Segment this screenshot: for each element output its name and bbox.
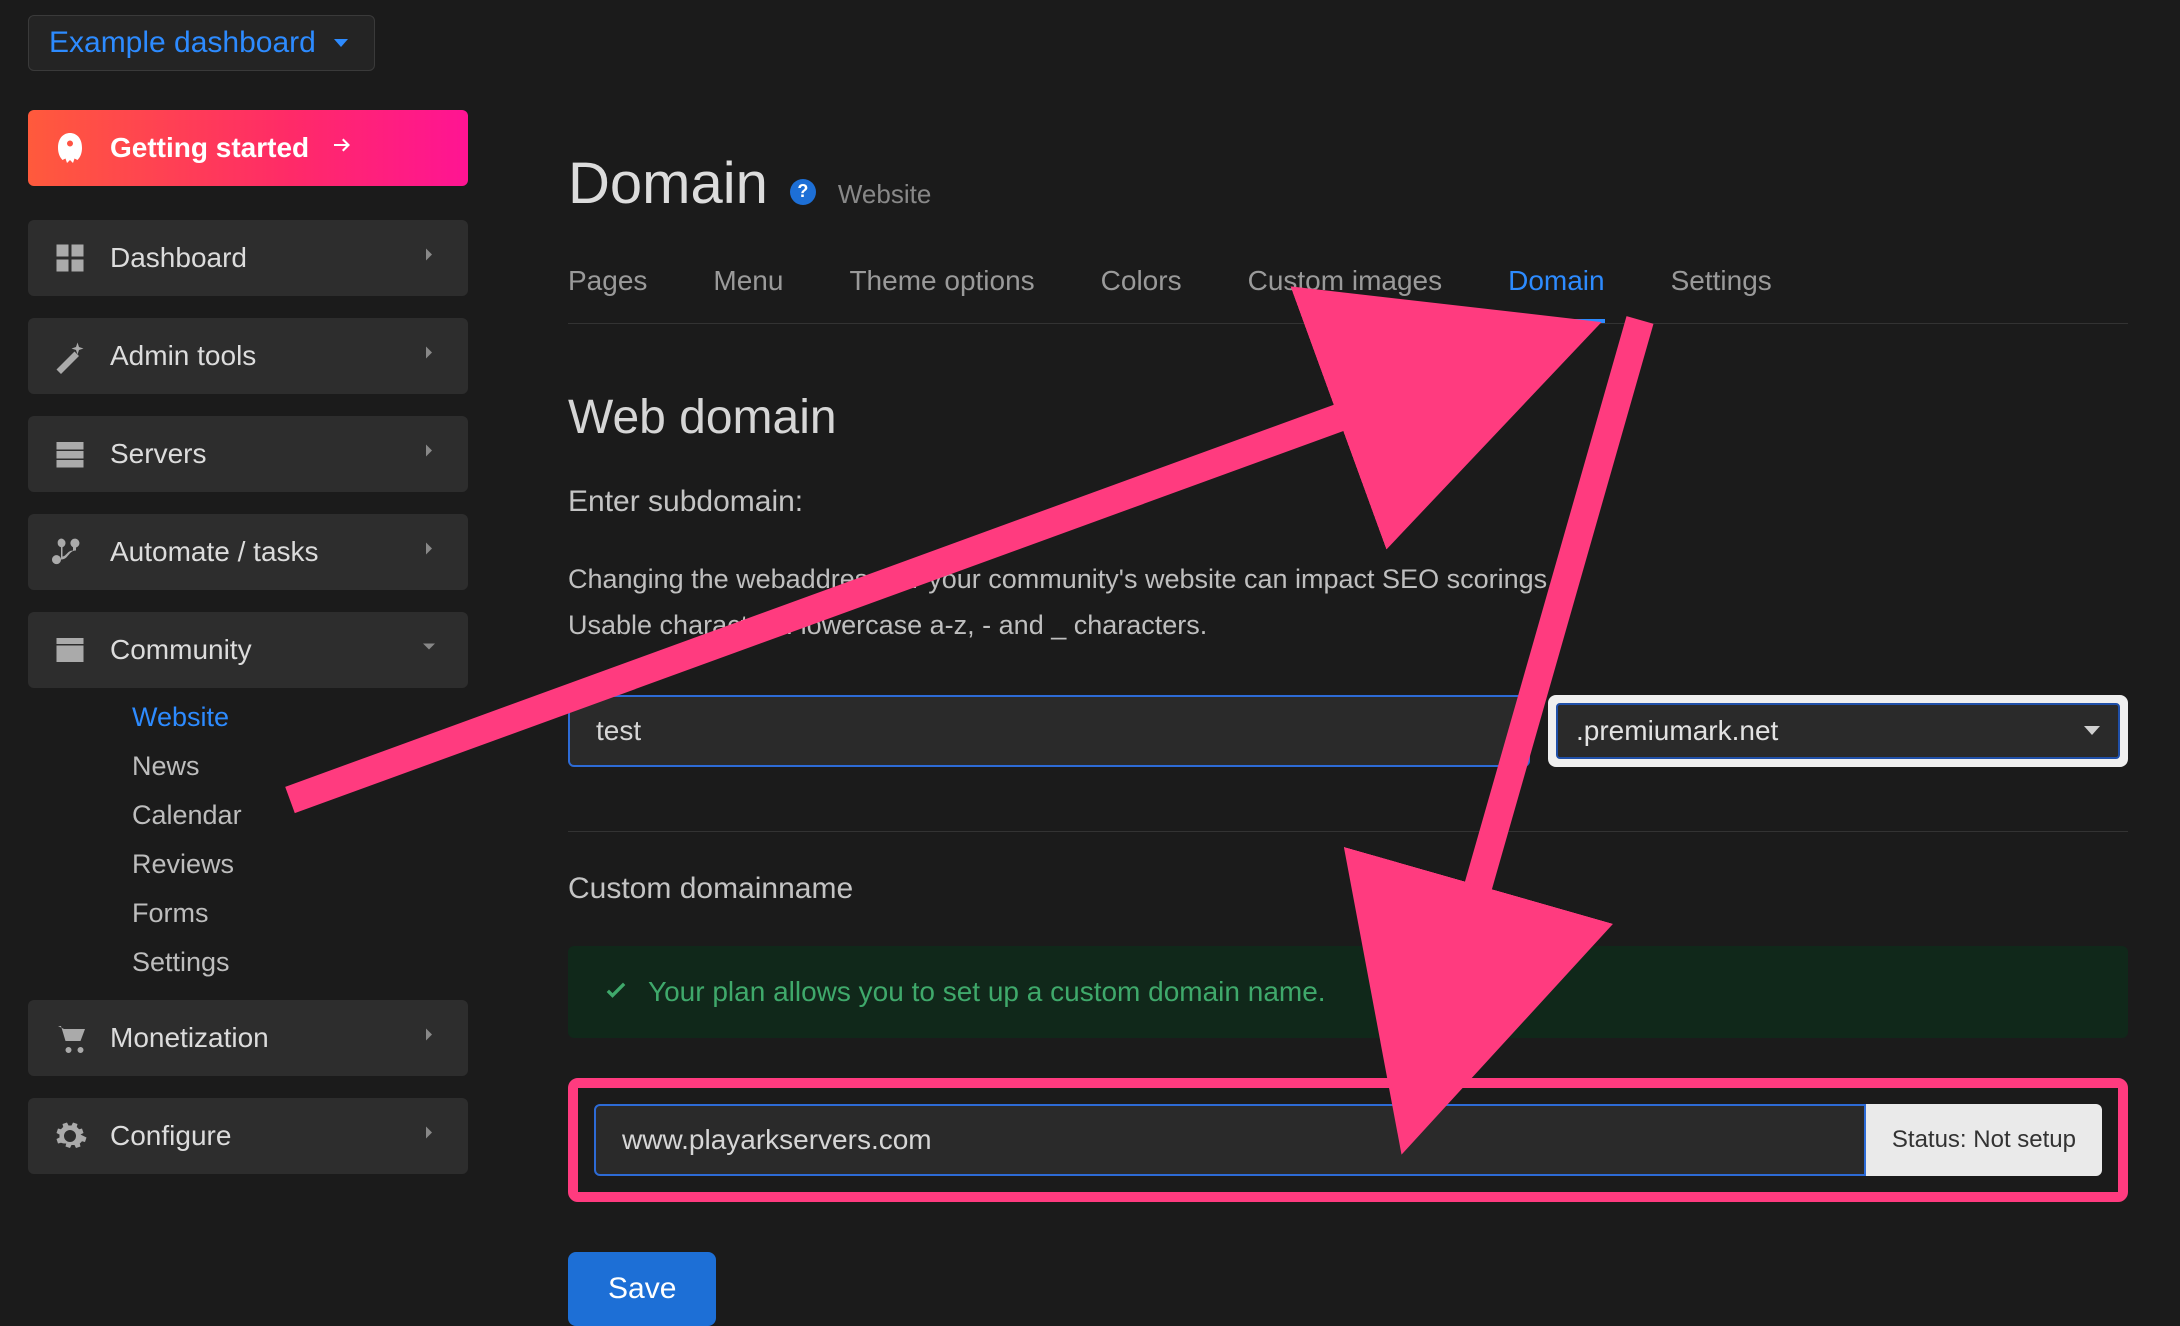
caret-down-icon <box>334 39 348 47</box>
rocket-icon <box>52 130 88 166</box>
chevron-right-icon <box>420 437 438 472</box>
sidebar-item-community[interactable]: Community <box>28 612 468 688</box>
custom-domain-field: Status: Not setup <box>568 1078 2128 1202</box>
chevron-right-icon <box>420 1021 438 1056</box>
grid-icon <box>52 240 88 276</box>
sidebar-item-label: Admin tools <box>110 340 256 372</box>
chevron-right-icon <box>420 339 438 374</box>
tabs: Pages Menu Theme options Colors Custom i… <box>568 265 2128 324</box>
tab-menu[interactable]: Menu <box>713 265 783 323</box>
tab-domain[interactable]: Domain <box>1508 265 1604 323</box>
cart-icon <box>52 1020 88 1056</box>
subnav-website[interactable]: Website <box>132 702 468 733</box>
page-title: Domain <box>568 150 768 217</box>
window-icon <box>52 632 88 668</box>
sidebar-item-monetization[interactable]: Monetization <box>28 1000 468 1076</box>
subnav-calendar[interactable]: Calendar <box>132 800 468 831</box>
sidebar-item-label: Automate / tasks <box>110 536 319 568</box>
dashboard-select-label: Example dashboard <box>49 26 316 60</box>
divider <box>568 831 2128 832</box>
arrow-right-icon <box>327 132 357 164</box>
domain-suffix-select[interactable]: .premiumark.net <box>1548 695 2128 767</box>
tab-custom-images[interactable]: Custom images <box>1248 265 1443 323</box>
sidebar-item-configure[interactable]: Configure <box>28 1098 468 1174</box>
subdomain-label: Enter subdomain: <box>568 485 2128 519</box>
chevron-right-icon <box>420 241 438 276</box>
custom-domain-heading: Custom domainname <box>568 872 2128 906</box>
subdomain-input[interactable] <box>568 695 1530 767</box>
main-content: Domain ? Website Pages Menu Theme option… <box>568 150 2128 1326</box>
sidebar-item-label: Configure <box>110 1120 231 1152</box>
sidebar-item-label: Monetization <box>110 1022 269 1054</box>
server-icon <box>52 436 88 472</box>
check-icon <box>602 978 630 1006</box>
tab-settings[interactable]: Settings <box>1671 265 1772 323</box>
breadcrumb: Website <box>838 179 931 210</box>
getting-started-label: Getting started <box>110 132 309 164</box>
web-domain-heading: Web domain <box>568 390 2128 445</box>
chevron-down-icon <box>420 633 438 668</box>
domain-suffix-value: .premiumark.net <box>1576 715 1778 747</box>
getting-started-button[interactable]: Getting started <box>28 110 468 186</box>
plan-allowed-banner: Your plan allows you to set up a custom … <box>568 946 2128 1038</box>
sidebar-item-label: Servers <box>110 438 206 470</box>
tab-pages[interactable]: Pages <box>568 265 647 323</box>
branch-icon <box>52 534 88 570</box>
custom-domain-input[interactable] <box>594 1104 1866 1176</box>
plan-allowed-text: Your plan allows you to set up a custom … <box>648 976 1326 1008</box>
subnav-settings[interactable]: Settings <box>132 947 468 978</box>
sidebar-item-dashboard[interactable]: Dashboard <box>28 220 468 296</box>
custom-domain-status: Status: Not setup <box>1866 1104 2102 1176</box>
sidebar-item-servers[interactable]: Servers <box>28 416 468 492</box>
sidebar-item-admin-tools[interactable]: Admin tools <box>28 318 468 394</box>
tab-theme-options[interactable]: Theme options <box>849 265 1034 323</box>
subnav-reviews[interactable]: Reviews <box>132 849 468 880</box>
dashboard-select[interactable]: Example dashboard <box>28 15 375 71</box>
sidebar-community-subnav: Website News Calendar Reviews Forms Sett… <box>28 702 468 978</box>
gear-icon <box>52 1118 88 1154</box>
save-button[interactable]: Save <box>568 1252 716 1326</box>
help-icon[interactable]: ? <box>790 179 816 205</box>
sidebar: Getting started Dashboard Admin tools Se… <box>28 110 468 1196</box>
sidebar-item-automate[interactable]: Automate / tasks <box>28 514 468 590</box>
wand-icon <box>52 338 88 374</box>
caret-down-icon <box>2084 726 2100 735</box>
tab-colors[interactable]: Colors <box>1101 265 1182 323</box>
chevron-right-icon <box>420 535 438 570</box>
chevron-right-icon <box>420 1119 438 1154</box>
helper-text: Changing the webaddress for your communi… <box>568 557 2128 649</box>
subnav-news[interactable]: News <box>132 751 468 782</box>
subnav-forms[interactable]: Forms <box>132 898 468 929</box>
sidebar-item-label: Dashboard <box>110 242 247 274</box>
sidebar-item-label: Community <box>110 634 252 666</box>
